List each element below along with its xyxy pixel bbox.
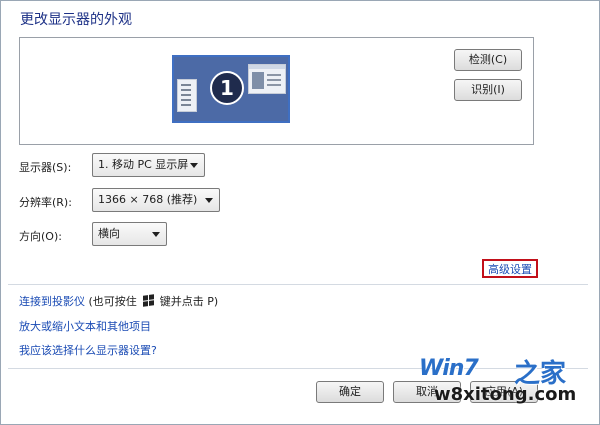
projector-link-row: 连接到投影仪 (也可按住 键并点击 P) xyxy=(19,293,218,309)
display-dropdown[interactable]: 1. 移动 PC 显示屏 xyxy=(92,153,205,177)
monitor-number-badge: 1 xyxy=(210,71,244,105)
windows-logo-icon xyxy=(142,294,154,307)
resolution-dropdown[interactable]: 1366 × 768 (推荐) xyxy=(92,188,220,212)
display-dropdown-value: 1. 移动 PC 显示屏 xyxy=(98,158,189,171)
orientation-dropdown[interactable]: 横向 xyxy=(92,222,167,246)
which-settings-link[interactable]: 我应该选择什么显示器设置? xyxy=(19,342,157,358)
orientation-label: 方向(O): xyxy=(19,230,62,243)
chevron-down-icon xyxy=(152,232,160,237)
text-size-link[interactable]: 放大或缩小文本和其他项目 xyxy=(19,318,151,334)
chevron-down-icon xyxy=(205,198,213,203)
projector-hint-prefix: (也可按住 xyxy=(88,295,137,308)
monitor-1-thumbnail[interactable]: 1 xyxy=(172,55,290,123)
monitor-number: 1 xyxy=(220,76,234,100)
resolution-label: 分辨率(R): xyxy=(19,196,72,209)
detect-button[interactable]: 检测(C) xyxy=(454,49,522,71)
resolution-dropdown-value: 1366 × 768 (推荐) xyxy=(98,193,198,206)
ok-button[interactable]: 确定 xyxy=(316,381,384,403)
advanced-settings-link[interactable]: 高级设置 xyxy=(488,261,532,277)
watermark-url: w8xitong.com xyxy=(434,384,577,405)
identify-button[interactable]: 识别(I) xyxy=(454,79,522,101)
orientation-dropdown-value: 横向 xyxy=(98,227,120,240)
connect-projector-link[interactable]: 连接到投影仪 xyxy=(19,295,85,308)
window-thumbnail-icon xyxy=(248,64,286,94)
display-label: 显示器(S): xyxy=(19,161,72,174)
page-title: 更改显示器的外观 xyxy=(20,12,132,28)
chevron-down-icon xyxy=(190,163,198,168)
site-watermark: Win7 之家 w8xitong.com xyxy=(408,354,588,414)
display-preview-area[interactable]: 1 检测(C) 识别(I) xyxy=(19,37,534,145)
divider xyxy=(8,284,588,285)
window-thumbnail-icon xyxy=(177,79,197,112)
watermark-logo: Win7 xyxy=(419,356,479,381)
projector-hint-suffix: 键并点击 P) xyxy=(159,295,219,308)
